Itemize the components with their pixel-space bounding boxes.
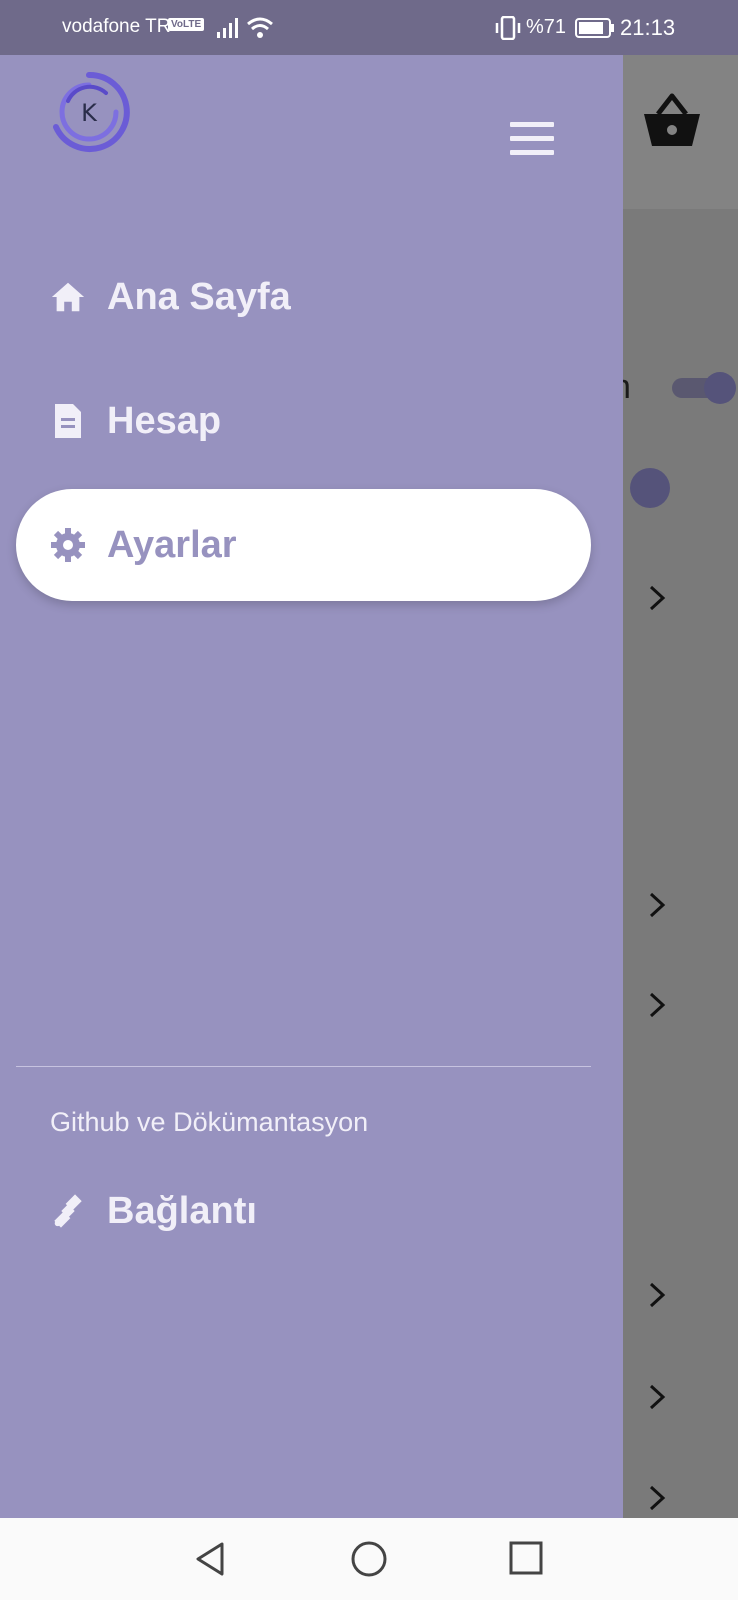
drawer-item-label: Ayarlar [107, 523, 237, 566]
recent-apps-icon[interactable] [508, 1540, 544, 1576]
satellite-icon [50, 1193, 86, 1229]
chevron-right-icon [649, 1485, 666, 1511]
system-navigation-bar [0, 1518, 738, 1600]
logo-letter: K [81, 99, 98, 127]
drawer-item-link[interactable]: Bağlantı [16, 1155, 591, 1267]
chevron-right-icon [649, 1282, 666, 1308]
basket-icon [644, 93, 700, 146]
drawer-item-label: Hesap [107, 399, 222, 442]
chevron-right-icon [649, 585, 666, 611]
wifi-icon [247, 17, 273, 38]
battery-icon [575, 18, 614, 38]
signal-icon [217, 18, 238, 38]
carrier-name: vodafone TR [62, 16, 171, 37]
drawer-divider [16, 1066, 591, 1067]
document-icon [50, 403, 86, 439]
chevron-right-icon [649, 1384, 666, 1410]
drawer-item-home[interactable]: Ana Sayfa [16, 241, 591, 353]
section-caption: Github ve Dökümantasyon [50, 1107, 369, 1137]
volte-badge: VoLTE [168, 18, 205, 31]
navigation-drawer: K Ana Sayfa Hesap Ayarlar Github ve Dökü… [0, 55, 623, 1518]
status-bar: vodafone TR VoLTE %71 21:13 [0, 0, 738, 55]
home-circle-icon[interactable] [350, 1540, 388, 1578]
chevron-right-icon [649, 892, 666, 918]
clock: 21:13 [620, 15, 676, 40]
drawer-item-label: Ana Sayfa [107, 275, 291, 318]
home-icon [50, 279, 86, 315]
vibrate-icon [495, 16, 521, 40]
drawer-item-label: Bağlantı [107, 1189, 257, 1232]
chevron-right-icon [649, 992, 666, 1018]
back-icon[interactable] [192, 1540, 228, 1578]
hamburger-menu-button[interactable] [508, 120, 556, 158]
drawer-item-settings[interactable]: Ayarlar [16, 489, 591, 601]
battery-percent: %71 [526, 16, 567, 38]
gear-icon [50, 527, 86, 563]
background-toggle [672, 372, 736, 404]
app-logo: K [53, 71, 130, 152]
drawer-item-account[interactable]: Hesap [16, 365, 591, 477]
